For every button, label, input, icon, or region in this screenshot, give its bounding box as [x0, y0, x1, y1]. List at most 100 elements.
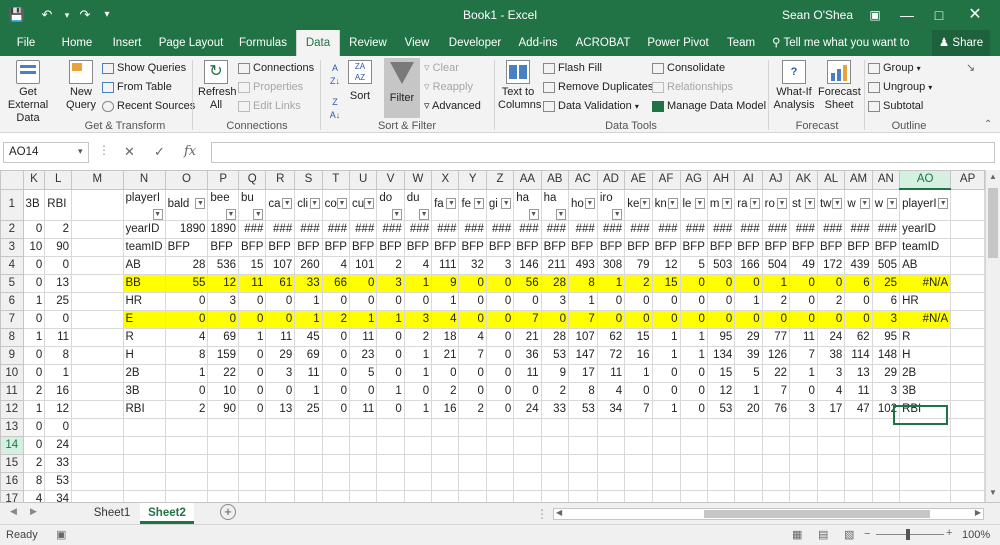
- cell[interactable]: ###: [237, 219, 267, 239]
- cell[interactable]: BFP: [265, 237, 296, 257]
- cell[interactable]: [950, 309, 985, 329]
- cell[interactable]: 0: [679, 273, 708, 293]
- cell[interactable]: kn ▼: [651, 188, 681, 221]
- row-header[interactable]: 13: [0, 417, 24, 437]
- cell[interactable]: 0: [679, 363, 708, 383]
- cell[interactable]: 24: [816, 327, 846, 347]
- cell[interactable]: 0: [237, 291, 267, 311]
- cell[interactable]: [844, 435, 873, 455]
- cell[interactable]: 2: [624, 273, 653, 293]
- cell[interactable]: [122, 471, 166, 491]
- filter-dropdown-icon[interactable]: ▼: [364, 198, 375, 209]
- filter-dropdown-icon[interactable]: ▼: [887, 198, 898, 209]
- insert-function-icon[interactable]: fx: [184, 144, 196, 159]
- cell[interactable]: [899, 435, 952, 455]
- cell[interactable]: [458, 417, 487, 437]
- cell[interactable]: 16: [44, 381, 73, 401]
- cell[interactable]: [403, 453, 433, 473]
- cell[interactable]: [237, 435, 267, 455]
- cell[interactable]: 56: [513, 273, 542, 293]
- cell[interactable]: [899, 489, 952, 502]
- filter-dropdown-icon[interactable]: ▼: [859, 198, 870, 209]
- cell[interactable]: [540, 435, 569, 455]
- cell[interactable]: 7: [761, 381, 791, 401]
- sheet-tab-sheet1[interactable]: Sheet1: [86, 503, 138, 524]
- filter-dropdown-icon[interactable]: ▼: [419, 208, 430, 219]
- cell[interactable]: ###: [513, 219, 542, 239]
- cell[interactable]: st ▼: [789, 188, 818, 221]
- cell[interactable]: 10: [22, 237, 46, 257]
- cell[interactable]: 0: [485, 273, 515, 293]
- cell[interactable]: 0: [22, 345, 46, 365]
- cell[interactable]: 0: [734, 273, 763, 293]
- cell[interactable]: 29: [734, 327, 763, 347]
- minimize-icon[interactable]: —: [892, 4, 922, 26]
- cell[interactable]: [950, 327, 985, 347]
- cell[interactable]: 0: [679, 309, 708, 329]
- cell[interactable]: [71, 273, 124, 293]
- cell[interactable]: fa ▼: [431, 188, 460, 221]
- cell[interactable]: bee ▼: [207, 188, 239, 221]
- cell[interactable]: 0: [164, 291, 209, 311]
- worksheet-table[interactable]: K L M N O P Q R S T U V W X Y Z AA AB AC AD AE AF AG AH AI AJ AK AL…: [0, 170, 985, 502]
- cell[interactable]: 12: [706, 381, 736, 401]
- cell[interactable]: [624, 471, 653, 491]
- reapply-button[interactable]: ▿ Reapply: [424, 81, 473, 94]
- cell[interactable]: 15: [237, 255, 267, 275]
- cell[interactable]: ###: [816, 219, 846, 239]
- cell[interactable]: 1: [624, 363, 653, 383]
- cell[interactable]: 3: [871, 381, 901, 401]
- ribbon-display-icon[interactable]: ▣: [860, 4, 890, 26]
- cell[interactable]: 1: [679, 345, 708, 365]
- cell[interactable]: [431, 417, 460, 437]
- filter-dropdown-icon[interactable]: ▼: [804, 198, 815, 209]
- cell[interactable]: 0: [403, 381, 433, 401]
- cell[interactable]: ###: [706, 219, 736, 239]
- next-sheet-icon[interactable]: ▶: [30, 506, 37, 517]
- cell[interactable]: 111: [431, 255, 460, 275]
- cell[interactable]: ###: [485, 219, 515, 239]
- cell[interactable]: 0: [816, 309, 846, 329]
- cell[interactable]: 24: [44, 435, 73, 455]
- column-header[interactable]: L: [44, 170, 73, 190]
- tab-home[interactable]: Home: [56, 30, 98, 56]
- cell[interactable]: 0: [376, 291, 405, 311]
- cell[interactable]: 4: [22, 489, 46, 502]
- cell[interactable]: 62: [844, 327, 873, 347]
- cell[interactable]: 0: [458, 291, 487, 311]
- cell[interactable]: 0: [485, 291, 515, 311]
- cell[interactable]: 8: [567, 381, 598, 401]
- cell[interactable]: 0: [485, 381, 515, 401]
- maximize-icon[interactable]: □: [924, 4, 954, 26]
- cell[interactable]: BFP: [237, 237, 267, 257]
- column-header[interactable]: AO: [899, 170, 952, 190]
- filter-dropdown-icon[interactable]: ▼: [473, 198, 484, 209]
- cell[interactable]: 20: [734, 399, 763, 419]
- cell[interactable]: [71, 219, 124, 239]
- cell[interactable]: #N/A: [899, 309, 952, 329]
- cell[interactable]: 28: [540, 327, 569, 347]
- cell[interactable]: 36: [513, 345, 542, 365]
- cell[interactable]: BB: [122, 273, 166, 293]
- cell[interactable]: 3: [207, 291, 239, 311]
- cell[interactable]: BFP: [376, 237, 405, 257]
- cell[interactable]: [403, 417, 433, 437]
- cell[interactable]: [789, 435, 818, 455]
- horizontal-scrollbar[interactable]: ◀ ▶: [553, 508, 984, 520]
- cell[interactable]: playerI ▼: [122, 188, 166, 221]
- new-sheet-icon[interactable]: +: [220, 504, 236, 520]
- cell[interactable]: 0: [265, 309, 296, 329]
- filter-dropdown-icon[interactable]: ▼: [391, 208, 402, 219]
- cell[interactable]: [164, 417, 209, 437]
- cell[interactable]: BFP: [789, 237, 818, 257]
- column-header[interactable]: X: [431, 170, 460, 190]
- cell[interactable]: [207, 489, 239, 502]
- cell[interactable]: 33: [44, 453, 73, 473]
- column-header[interactable]: AG: [679, 170, 708, 190]
- zoom-level[interactable]: 100%: [962, 529, 990, 541]
- cell[interactable]: [950, 489, 985, 502]
- cell[interactable]: 0: [22, 273, 46, 293]
- text-to-columns-button[interactable]: Text to Columns: [498, 60, 541, 112]
- cell[interactable]: BFP: [816, 237, 846, 257]
- cell[interactable]: [761, 435, 791, 455]
